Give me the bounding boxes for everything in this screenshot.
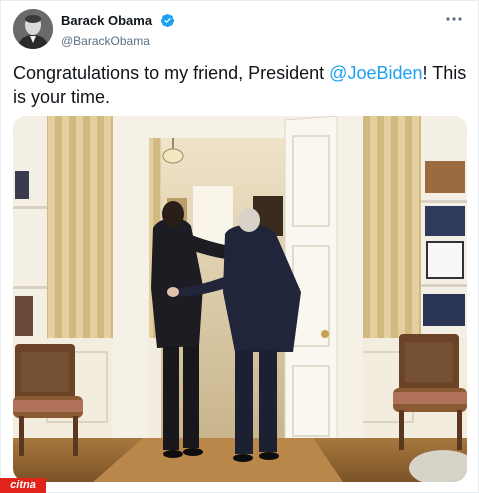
author-display-name[interactable]: Barack Obama [61,13,152,28]
verified-badge-icon [160,13,175,28]
more-options-icon[interactable] [444,12,464,26]
mention-link[interactable]: @JoeBiden [329,63,422,83]
site-watermark: citna [0,478,46,493]
tweet-text-start: Congratulations to my friend, President [13,63,330,83]
tweet-text: Congratulations to my friend, President … [13,61,468,109]
author-names: Barack Obama @BarackObama [61,12,175,48]
author-handle[interactable]: @BarackObama [61,34,175,48]
photo-illustration [13,116,467,482]
tweet-card: Barack Obama @BarackObama Congratulation… [0,0,479,493]
author-avatar[interactable] [13,9,53,49]
tweet-header: Barack Obama @BarackObama [13,9,466,51]
tweet-photo[interactable] [13,116,467,482]
avatar-image [13,9,53,49]
